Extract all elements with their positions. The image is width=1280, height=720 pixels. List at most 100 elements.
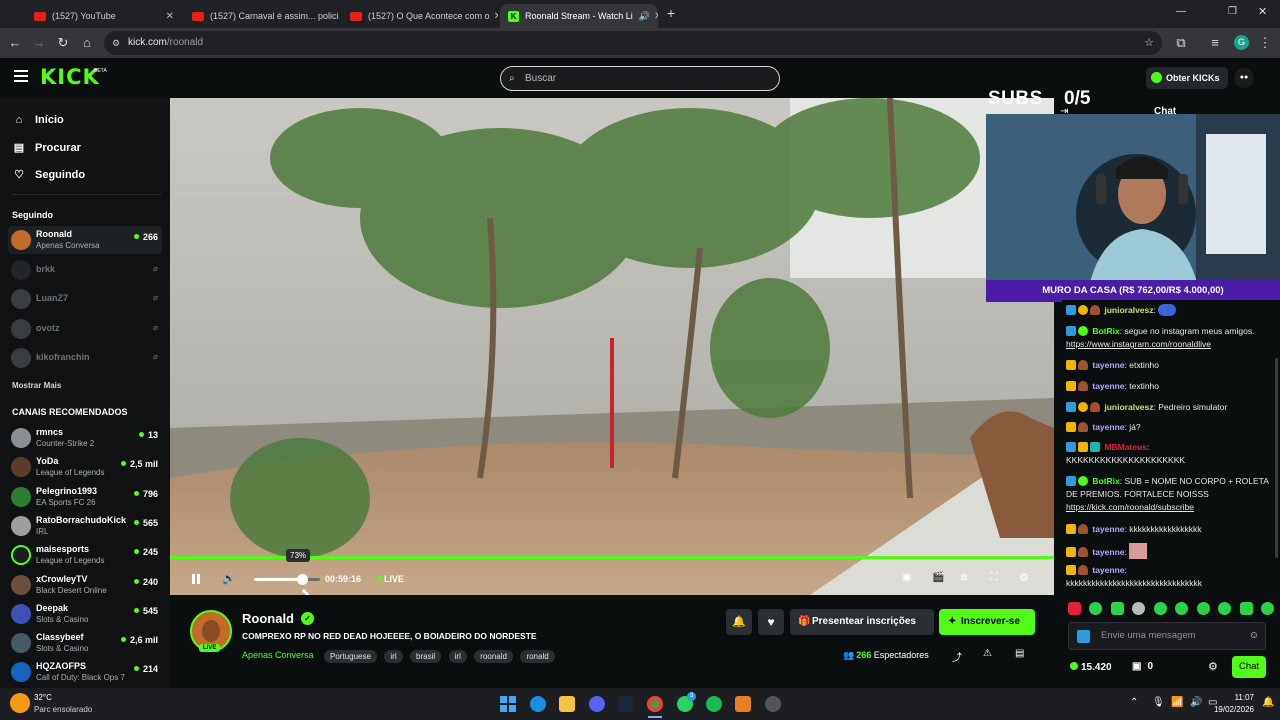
tag-chip[interactable]: brasil bbox=[410, 650, 442, 663]
home-icon[interactable]: ⌂ bbox=[78, 34, 96, 52]
notifications-icon[interactable]: 🔔 bbox=[1262, 697, 1274, 708]
media-control-icon[interactable]: ≡ bbox=[1206, 34, 1224, 52]
gift-subs-button[interactable]: 🎁 Presentear inscrições bbox=[790, 609, 934, 635]
back-icon[interactable]: ← bbox=[6, 34, 24, 52]
recommended-channel[interactable]: HQZAOFPS Call of Duty: Black Ops 7 214 bbox=[8, 658, 162, 686]
close-tab-icon[interactable]: ✕ bbox=[339, 11, 340, 22]
nav-home[interactable]: ⌂ Início bbox=[12, 114, 64, 126]
weather-icon[interactable] bbox=[10, 693, 30, 713]
kick-logo[interactable]: KICK bbox=[40, 65, 100, 89]
emote-icon[interactable] bbox=[1175, 602, 1189, 615]
chat-settings-icon[interactable]: ⚙ bbox=[1208, 660, 1218, 673]
emote-icon[interactable] bbox=[1068, 602, 1081, 615]
recommended-channel[interactable]: YoDa League of Legends 2,5 mil bbox=[8, 453, 162, 481]
emote-icon[interactable] bbox=[1260, 602, 1274, 615]
chat-scrollbar[interactable] bbox=[1275, 358, 1278, 558]
wifi-icon[interactable]: 📶 bbox=[1171, 697, 1183, 708]
tag-chip[interactable]: irl bbox=[448, 650, 467, 663]
pause-button[interactable] bbox=[190, 573, 202, 585]
spotify-icon[interactable] bbox=[706, 696, 722, 712]
subscribe-button[interactable]: ✦ Inscrever-se bbox=[939, 609, 1035, 635]
reload-icon[interactable]: ↻ bbox=[54, 34, 72, 52]
emote-icon[interactable] bbox=[1132, 602, 1146, 615]
tab-roonald-stream[interactable]: K Roonald Stream - Watch Li 🔊 ✕ bbox=[500, 4, 658, 28]
channel-name[interactable]: Roonald bbox=[242, 611, 294, 626]
emote-icon[interactable] bbox=[1153, 602, 1167, 615]
hamburger-menu-icon[interactable] bbox=[14, 70, 28, 82]
volume-tray-icon[interactable]: 🔊 bbox=[1190, 697, 1202, 708]
following-channel-luanz7[interactable]: LuanZ7 ⌀ bbox=[8, 285, 162, 313]
browser-menu-icon[interactable]: ⋮ bbox=[1256, 34, 1274, 52]
recommended-channel[interactable]: Deepak Slots & Casino 545 bbox=[8, 600, 162, 628]
tab-o-que-acontece[interactable]: (1527) O Que Acontece com o ✕ bbox=[342, 4, 498, 28]
nav-browse[interactable]: ▤ Procurar bbox=[12, 141, 81, 155]
chat-message-input[interactable]: Envie uma mensagem ☺ bbox=[1068, 622, 1266, 650]
video-player[interactable]: 🔈 73% 00:59:16 LIVE ▣ 🎬 ⧈ ⛶ ⚙ ⬉ bbox=[170, 98, 1054, 595]
file-explorer-icon[interactable] bbox=[559, 696, 575, 712]
close-tab-icon[interactable]: ✕ bbox=[490, 11, 498, 22]
close-tab-icon[interactable]: ✕ bbox=[650, 11, 658, 22]
volume-icon[interactable]: 🔈 bbox=[222, 572, 236, 585]
emote-icon[interactable] bbox=[1110, 602, 1124, 615]
extensions-icon[interactable]: ⧉ bbox=[1172, 34, 1190, 52]
start-button[interactable] bbox=[500, 696, 516, 712]
tray-overflow-icon[interactable]: ⌃ bbox=[1130, 697, 1138, 708]
edge-icon[interactable] bbox=[530, 696, 546, 712]
settings-gear-icon[interactable]: ⚙ bbox=[1019, 571, 1029, 584]
gift-counter[interactable]: ▣ 0 bbox=[1132, 661, 1153, 672]
follow-heart-button[interactable]: ♥ bbox=[758, 609, 784, 635]
tab-carnaval[interactable]: (1527) Carnaval é assim... polici ✕ bbox=[184, 4, 340, 28]
nav-following[interactable]: ♡ Seguindo bbox=[12, 168, 85, 182]
recommended-channel[interactable]: Classybeef Slots & Casino 2,6 mil bbox=[8, 629, 162, 657]
send-chat-button[interactable]: Chat bbox=[1232, 656, 1266, 678]
minimize-icon[interactable]: — bbox=[1176, 6, 1186, 17]
chrome-icon[interactable] bbox=[647, 696, 663, 712]
fullscreen-icon[interactable]: ⛶ bbox=[990, 571, 998, 584]
emoji-picker-icon[interactable]: ☺ bbox=[1249, 623, 1259, 649]
following-channel-roonald[interactable]: Roonald Apenas Conversa 266 bbox=[8, 226, 162, 254]
emote-icon[interactable] bbox=[1089, 602, 1103, 615]
speaker-icon[interactable]: 🔊 bbox=[639, 11, 650, 22]
following-channel-kikofranchin[interactable]: kikofranchin ⌀ bbox=[8, 344, 162, 372]
clock-date[interactable]: 19/02/2026 bbox=[1208, 705, 1254, 714]
recommended-channel[interactable]: xCrowleyTV Black Desert Online 240 bbox=[8, 571, 162, 599]
following-channel-ovotz[interactable]: ovotz ⌀ bbox=[8, 315, 162, 343]
volume-slider[interactable] bbox=[254, 574, 320, 585]
stream-category-link[interactable]: Apenas Conversa bbox=[242, 650, 314, 660]
steam-icon[interactable] bbox=[618, 696, 634, 712]
restore-icon[interactable]: ❐ bbox=[1228, 6, 1237, 17]
picture-in-picture-icon[interactable]: ⧈ bbox=[961, 572, 967, 583]
recommended-channel[interactable]: Pelegrino1993 EA Sports FC 26 796 bbox=[8, 483, 162, 511]
share-icon[interactable]: ⤴ bbox=[952, 649, 962, 664]
show-more-link[interactable]: Mostrar Mais bbox=[12, 381, 61, 390]
search-input[interactable]: ⌕ Buscar bbox=[500, 66, 780, 91]
emote-icon[interactable] bbox=[1218, 602, 1232, 615]
theater-mode-icon[interactable]: ▣ bbox=[902, 572, 911, 583]
emote-icon[interactable] bbox=[1239, 602, 1253, 615]
close-window-icon[interactable]: ✕ bbox=[1258, 5, 1267, 18]
forward-icon[interactable]: → bbox=[30, 34, 48, 52]
report-icon[interactable]: ⚠ bbox=[983, 648, 992, 659]
user-card-icon[interactable]: ▤ bbox=[1015, 648, 1024, 659]
profile-avatar[interactable]: G bbox=[1234, 35, 1249, 50]
bookmark-star-icon[interactable]: ☆ bbox=[1144, 31, 1154, 55]
user-avatar[interactable]: ●● bbox=[1234, 68, 1254, 88]
notification-bell-button[interactable]: 🔔 bbox=[726, 609, 752, 635]
emote-icon[interactable] bbox=[1196, 602, 1210, 615]
clock-time[interactable]: 11:07 bbox=[1230, 693, 1254, 702]
obs-icon[interactable] bbox=[765, 696, 781, 712]
recommended-channel[interactable]: rmncs Counter-Strike 2 13 bbox=[8, 424, 162, 452]
app-icon[interactable] bbox=[735, 696, 751, 712]
microphone-icon[interactable]: 🎙 bbox=[1152, 697, 1165, 708]
kicks-balance[interactable]: 15.420 bbox=[1070, 662, 1112, 673]
tab-youtube[interactable]: (1527) YouTube ✕ bbox=[26, 4, 182, 28]
clip-icon[interactable]: 🎬 bbox=[932, 572, 944, 583]
url-input[interactable]: ⚙ kick.com/roonald ☆ bbox=[104, 31, 1162, 55]
recommended-channel[interactable]: RatoBorrachudoKick IRL 565 bbox=[8, 512, 162, 540]
discord-icon[interactable] bbox=[589, 696, 605, 712]
new-tab-icon[interactable]: + bbox=[664, 6, 678, 20]
tag-chip[interactable]: irl bbox=[384, 650, 403, 663]
site-info-icon[interactable]: ⚙ bbox=[112, 31, 120, 55]
get-kicks-button[interactable]: Obter KICKs bbox=[1146, 67, 1228, 89]
tag-chip[interactable]: Portuguese bbox=[324, 650, 377, 663]
